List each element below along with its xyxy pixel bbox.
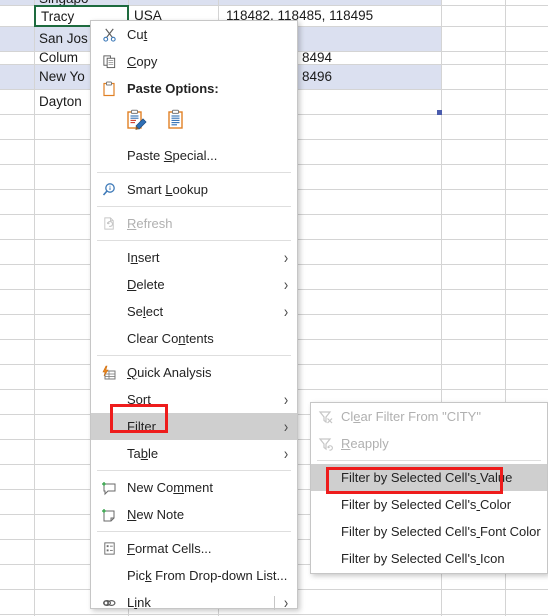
submenu-item-filter-by-selected-cells-color[interactable]: Filter by Selected Cell's Color xyxy=(311,491,547,518)
menu-item-label: Insert xyxy=(127,250,160,265)
refresh-icon xyxy=(91,210,127,237)
submenu-item-label: Filter by Selected Cell's Color xyxy=(341,497,512,512)
chevron-right-icon: › xyxy=(283,444,289,463)
clipboard-icon xyxy=(91,75,127,102)
context-menu[interactable]: Cut Copy Paste Options: Paste Special...… xyxy=(90,20,298,612)
menu-separator xyxy=(97,206,291,207)
menu-item-label: Clear Contents xyxy=(127,331,214,346)
menu-item-pick-from-drop-down-list[interactable]: Pick From Drop-down List... xyxy=(91,562,297,589)
scissors-icon xyxy=(91,21,127,48)
chevron-right-icon: › xyxy=(283,275,289,294)
menu-item-label: New Note xyxy=(127,507,185,522)
menu-item-filter[interactable]: Filter › xyxy=(91,413,297,440)
new-comment-icon xyxy=(91,474,127,501)
fill-handle[interactable] xyxy=(437,110,442,115)
submenu-item-label: Filter by Selected Cell's Value xyxy=(341,470,513,485)
quick-analysis-icon xyxy=(91,359,127,386)
menu-item-label: New Comment xyxy=(127,480,213,495)
copy-icon xyxy=(91,48,127,75)
menu-separator xyxy=(97,531,291,532)
submenu-item-reapply: Reapply xyxy=(311,430,547,457)
menu-item-label: Format Cells... xyxy=(127,541,212,556)
submenu-item-label: Filter by Selected Cell's Icon xyxy=(341,551,505,566)
magnifier-info-icon xyxy=(91,176,127,203)
menu-item-paste-options: Paste Options: xyxy=(91,75,297,102)
spacer-icon xyxy=(91,271,127,298)
menu-separator xyxy=(97,240,291,241)
submenu-item-label: Reapply xyxy=(341,436,389,451)
submenu-item-filter-by-selected-cells-icon[interactable]: Filter by Selected Cell's Icon xyxy=(311,545,547,572)
menu-item-copy[interactable]: Copy xyxy=(91,48,297,75)
menu-item-new-note[interactable]: New Note xyxy=(91,501,297,528)
paste-options-icon-row[interactable] xyxy=(91,102,297,142)
menu-item-clear-contents[interactable]: Clear Contents xyxy=(91,325,297,352)
menu-separator xyxy=(97,172,291,173)
menu-item-table[interactable]: Table › xyxy=(91,440,297,467)
spacer-icon xyxy=(91,413,127,440)
spacer-icon xyxy=(91,244,127,271)
clear-filter-icon xyxy=(311,403,341,430)
menu-item-label: Select xyxy=(127,304,164,319)
cell-ids[interactable]: 8494 xyxy=(298,52,440,64)
new-note-icon xyxy=(91,501,127,528)
chevron-right-icon: › xyxy=(283,302,289,321)
format-cells-icon xyxy=(91,535,127,562)
cell-ids[interactable]: 8496 xyxy=(298,65,440,89)
menu-item-insert[interactable]: Insert › xyxy=(91,244,297,271)
chevron-right-icon: › xyxy=(283,390,289,409)
menu-separator xyxy=(97,470,291,471)
menu-item-label: Table xyxy=(127,446,159,461)
menu-item-label: Quick Analysis xyxy=(127,365,212,380)
menu-item-select[interactable]: Select › xyxy=(91,298,297,325)
menu-item-label: Copy xyxy=(127,54,158,69)
menu-item-label: Paste Special... xyxy=(127,148,218,163)
menu-item-label: Sort xyxy=(127,392,151,407)
spacer-icon xyxy=(91,142,127,169)
menu-item-format-cells[interactable]: Format Cells... xyxy=(91,535,297,562)
menu-item-label: Refresh xyxy=(127,216,173,231)
spacer-icon xyxy=(91,386,127,413)
menu-item-label: Cut xyxy=(127,27,148,42)
menu-item-delete[interactable]: Delete › xyxy=(91,271,297,298)
filter-submenu[interactable]: Clear Filter From "CITY" Reapply Filter … xyxy=(310,402,548,574)
spacer-icon xyxy=(91,325,127,352)
menu-item-paste-special[interactable]: Paste Special... xyxy=(91,142,297,169)
menu-item-link[interactable]: Link › xyxy=(91,589,297,616)
link-icon xyxy=(91,589,127,616)
submenu-item-label: Filter by Selected Cell's Font Color xyxy=(341,524,541,539)
menu-item-smart-lookup[interactable]: Smart Lookup xyxy=(91,176,297,203)
chevron-right-icon: › xyxy=(283,417,289,436)
excel-context-menu-screenshot: Singapo San Jos Colum New Yo Dayton USA … xyxy=(0,0,548,616)
spacer-icon xyxy=(91,440,127,467)
menu-item-label: Delete xyxy=(127,277,165,292)
menu-item-refresh: Refresh xyxy=(91,210,297,237)
chevron-right-icon: › xyxy=(283,248,289,267)
submenu-item-clear-filter-from-city: Clear Filter From "CITY" xyxy=(311,403,547,430)
reapply-filter-icon xyxy=(311,430,341,457)
menu-item-label: Pick From Drop-down List... xyxy=(127,568,288,583)
menu-item-sort[interactable]: Sort › xyxy=(91,386,297,413)
submenu-item-filter-by-selected-cells-font-color[interactable]: Filter by Selected Cell's Font Color xyxy=(311,518,547,545)
submenu-separator xyxy=(317,460,541,461)
menu-item-label: Filter xyxy=(127,419,156,434)
paste-formatting-icon[interactable] xyxy=(125,109,147,136)
menu-item-cut[interactable]: Cut xyxy=(91,21,297,48)
menu-item-new-comment[interactable]: New Comment xyxy=(91,474,297,501)
submenu-item-label: Clear Filter From "CITY" xyxy=(341,409,481,424)
menu-separator xyxy=(97,355,291,356)
menu-item-label: Smart Lookup xyxy=(127,182,208,197)
submenu-item-filter-by-selected-cells-value[interactable]: Filter by Selected Cell's Value xyxy=(311,464,547,491)
menu-item-quick-analysis[interactable]: Quick Analysis xyxy=(91,359,297,386)
menu-item-label: Paste Options: xyxy=(127,81,219,96)
paste-values-icon[interactable] xyxy=(165,109,187,136)
menu-item-label: Link xyxy=(127,595,151,610)
spacer-icon xyxy=(91,562,127,589)
chevron-right-icon: › xyxy=(283,593,289,612)
spacer-icon xyxy=(91,298,127,325)
